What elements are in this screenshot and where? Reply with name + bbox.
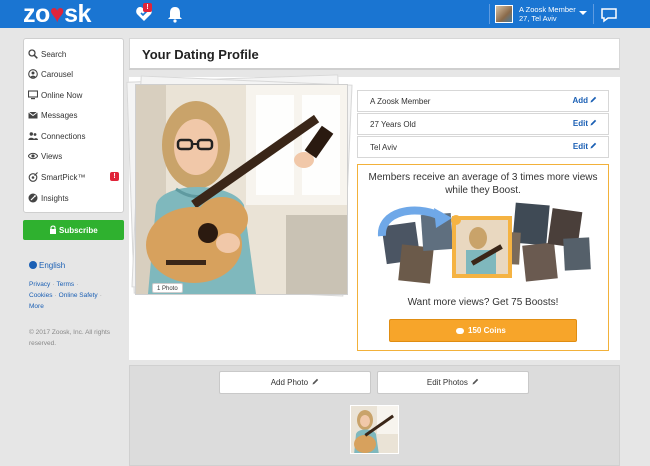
- coin-icon: [456, 328, 464, 334]
- copyright: © 2017 Zoosk, Inc. All rights reserved.: [29, 329, 111, 347]
- eye-icon: [28, 152, 38, 160]
- globe-icon: [29, 261, 37, 269]
- age-value: 27 Years Old: [370, 120, 416, 129]
- subscribe-button[interactable]: Subscribe: [23, 220, 124, 240]
- envelope-icon: [28, 111, 38, 119]
- age-field-row: 27 Years Old Edit: [357, 113, 609, 135]
- bell-icon[interactable]: [166, 5, 184, 23]
- add-name-button[interactable]: Add: [572, 96, 597, 105]
- sidebar-item-insights[interactable]: Insights: [24, 188, 123, 208]
- sidebar-item-label: SmartPick™: [41, 173, 86, 182]
- cookies-link[interactable]: Cookies: [29, 292, 52, 299]
- sidebar-item-messages[interactable]: Messages: [24, 105, 123, 125]
- pencil-icon: [472, 378, 479, 385]
- user-age-location: 27, Tel Aviv: [519, 14, 557, 23]
- name-field-row: A Zoosk Member Add: [357, 90, 609, 112]
- sidebar-item-connections[interactable]: Connections: [24, 126, 123, 146]
- avatar: [495, 5, 513, 23]
- boost-subline: Want more views? Get 75 Boosts!: [407, 297, 559, 308]
- photo-thumbnail-image: [351, 406, 398, 453]
- boost-promo-card: Members receive an average of 3 times mo…: [357, 164, 609, 351]
- edit-age-button[interactable]: Edit: [573, 119, 597, 128]
- sidebar-item-label: Insights: [41, 194, 69, 203]
- pencil-icon: [312, 378, 319, 385]
- sidebar-item-online-now[interactable]: Online Now: [24, 85, 123, 105]
- sidebar-item-label: Online Now: [41, 91, 83, 100]
- buy-boost-button[interactable]: 150 Coins: [389, 319, 577, 342]
- edit-photos-button[interactable]: Edit Photos: [377, 371, 529, 394]
- location-field-row: Tel Aviv Edit: [357, 136, 609, 158]
- sidebar-item-carousel[interactable]: Carousel: [24, 64, 123, 84]
- profile-photo[interactable]: 1 Photo: [135, 84, 348, 295]
- sidebar-item-smartpick[interactable]: SmartPick™ !: [24, 167, 123, 187]
- insights-icon: [28, 193, 38, 203]
- photos-panel: Add Photo Edit Photos: [129, 365, 620, 466]
- sidebar-item-label: Carousel: [41, 70, 74, 79]
- user-name: A Zoosk Member: [519, 5, 576, 14]
- search-icon: [28, 49, 38, 59]
- chat-bubble-icon[interactable]: [600, 6, 618, 24]
- lock-icon: [50, 225, 56, 234]
- profile-photo-stack[interactable]: 1 Photo: [126, 74, 353, 298]
- photo-thumbnail[interactable]: [350, 405, 399, 454]
- language-label: English: [39, 261, 66, 270]
- sidebar-item-label: Connections: [41, 132, 86, 141]
- sidebar-item-label: Search: [41, 50, 67, 59]
- add-photo-button[interactable]: Add Photo: [219, 371, 371, 394]
- monitor-icon: [28, 90, 38, 100]
- divider: [489, 4, 490, 24]
- sidebar-nav: Search Carousel Online Now Messages Conn…: [23, 38, 124, 213]
- location-value: Tel Aviv: [370, 143, 397, 152]
- sidebar-item-views[interactable]: Views: [24, 146, 123, 166]
- footer-links: Privacy · Terms · Cookies · Online Safety · Mo…: [29, 281, 102, 310]
- zoosk-logo[interactable]: zo♥sk: [23, 0, 91, 28]
- pencil-icon: [590, 96, 597, 103]
- page-header: Your Dating Profile: [129, 38, 620, 70]
- subscribe-label: Subscribe: [59, 226, 98, 235]
- edit-location-button[interactable]: Edit: [573, 142, 597, 151]
- sidebar-item-label: Messages: [41, 111, 78, 120]
- more-link[interactable]: More: [29, 303, 44, 310]
- notification-badge: !: [143, 3, 152, 12]
- smartpick-icon: [28, 172, 38, 182]
- alert-badge: !: [110, 172, 119, 181]
- pencil-icon: [590, 142, 597, 149]
- photo-count-badge: 1 Photo: [152, 283, 183, 293]
- boost-headline: Members receive an average of 3 times mo…: [368, 172, 598, 196]
- divider: [593, 4, 594, 24]
- boost-illustration: [378, 202, 591, 284]
- buy-boost-label: 150 Coins: [468, 326, 506, 335]
- carousel-icon: [28, 69, 38, 79]
- page-title: Your Dating Profile: [142, 47, 259, 62]
- profile-photo-image: [136, 85, 347, 294]
- pencil-icon: [590, 119, 597, 126]
- profile-menu[interactable]: A Zoosk Member 27, Tel Aviv: [489, 2, 593, 26]
- name-value: A Zoosk Member: [370, 97, 431, 106]
- privacy-link[interactable]: Privacy: [29, 281, 50, 288]
- people-icon: [28, 132, 38, 140]
- terms-link[interactable]: Terms: [56, 281, 74, 288]
- sidebar-item-search[interactable]: Search: [24, 44, 123, 64]
- top-bar: zo♥sk ! A Zoosk Member 27, Tel Aviv: [0, 0, 650, 28]
- caret-down-icon[interactable]: [579, 11, 587, 15]
- online-safety-link[interactable]: Online Safety: [59, 292, 98, 299]
- sidebar-item-label: Views: [41, 152, 63, 161]
